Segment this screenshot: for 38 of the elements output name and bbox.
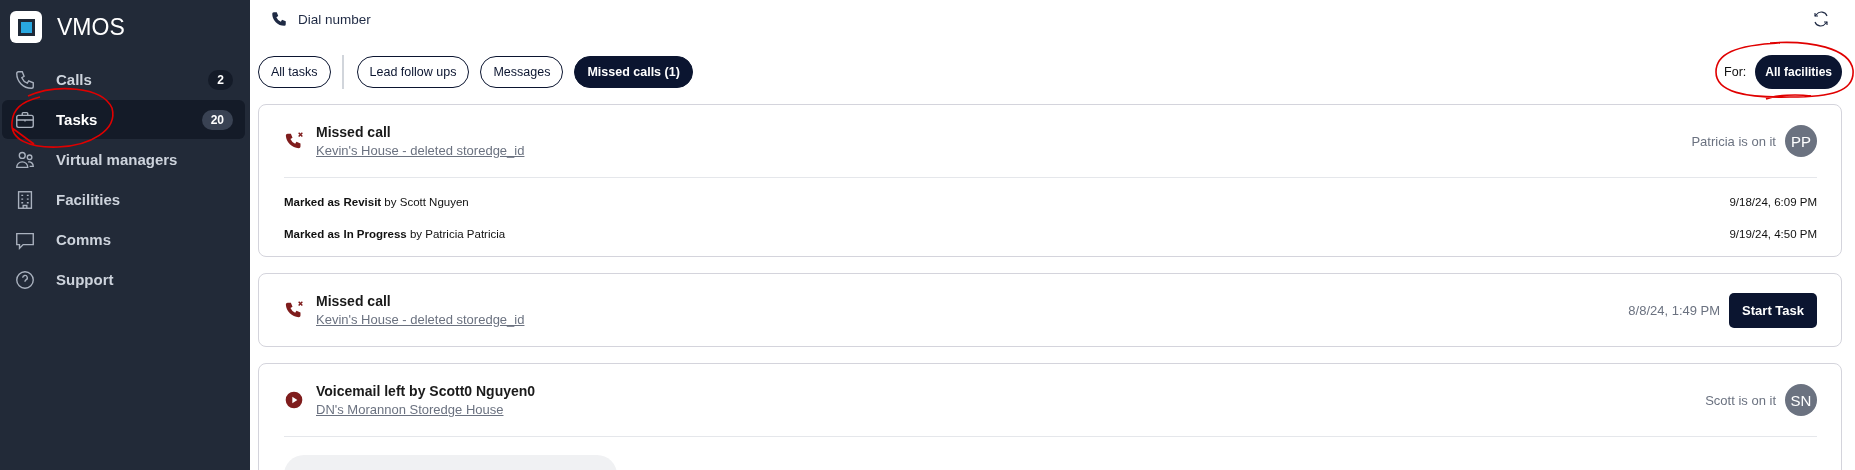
nav-item[interactable]: Comms [2,220,245,259]
task-title: Missed call [316,293,392,309]
count-badge: 2 [208,69,233,90]
avatar: SN [1785,384,1817,416]
task-title: Missed call [316,124,392,140]
filter-tab[interactable]: Lead follow ups [356,56,470,88]
facility-link[interactable]: Kevin's House - deleted storedge_id [316,143,525,158]
filter-label: For: [1724,65,1747,79]
nav-item[interactable]: Support [2,260,245,299]
nav-item[interactable]: Virtual managers [2,140,245,179]
nav-item[interactable]: Tasks 20 [2,100,245,139]
assignee-text: Scott is on it [1705,392,1776,408]
nav-item[interactable]: Calls 2 [2,60,245,99]
task-time: 8/8/24, 1:49 PM [1628,302,1721,318]
app-logo-icon [10,11,42,43]
play-icon [284,390,304,410]
facility-link[interactable]: DN's Morannon Storedge House [316,402,504,417]
help-icon [14,268,36,291]
dial-number-link[interactable]: Dial number [270,10,1812,28]
history-entry: Marked as Revisit by Scott Nguyen [284,196,469,208]
history-time: 9/18/24, 6:09 PM [1729,196,1817,208]
task-title: Voicemail left by Scott0 Nguyen0 [316,383,537,399]
count-badge: 20 [201,109,233,130]
start-task-button[interactable]: Start Task [1729,292,1817,328]
phone-icon [270,10,288,28]
avatar: PP [1785,125,1817,157]
history-time: 9/19/24, 4:50 PM [1729,228,1817,240]
history-entry: Marked as In Progress by Patricia Patricia [284,228,506,240]
phone-icon [14,68,36,91]
filter-tab[interactable]: All tasks [258,56,331,88]
facility-link[interactable]: Kevin's House - deleted storedge_id [316,312,525,327]
filter-tab[interactable]: Messages [480,56,564,88]
refresh-icon [1812,10,1830,28]
assignee-text: Patricia is on it [1691,133,1776,149]
filter-tab[interactable]: Missed calls (1) [574,56,693,88]
app-name: VMOS [57,13,125,41]
facility-filter-button[interactable]: All facilities [1755,55,1842,89]
nav-item[interactable]: Facilities [2,180,245,219]
